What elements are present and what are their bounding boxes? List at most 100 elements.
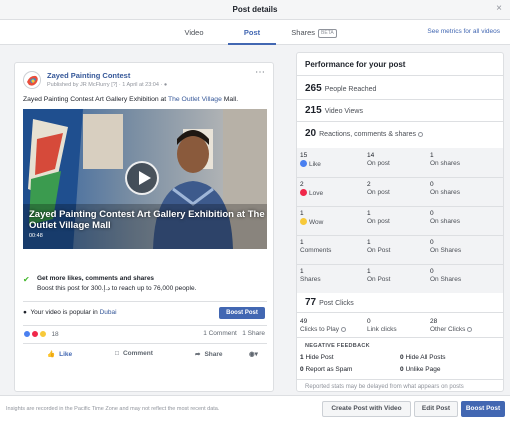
see-all-metrics-link[interactable]: See metrics for all videos: [427, 28, 500, 35]
wow-reaction-icon: [300, 218, 307, 225]
hide-all-posts-value: 0: [400, 354, 404, 361]
boost-suggestion-text: Boost this post for 300.د.إ to reach up …: [37, 285, 197, 292]
shares-on-post-label: On Post: [367, 276, 391, 283]
page-avatar[interactable]: [23, 71, 41, 89]
divider: [297, 379, 503, 380]
post-clicks-value: 77: [305, 297, 317, 308]
shares-label: Shares: [300, 276, 321, 283]
wow-on-shares-value: 0: [430, 210, 434, 217]
like-button[interactable]: 👍 Like: [47, 350, 72, 358]
info-icon[interactable]: [341, 326, 347, 332]
beta-badge: BETA: [318, 28, 337, 38]
reaction-summary[interactable]: 18: [23, 330, 59, 338]
wow-total-value: 1: [300, 210, 304, 217]
engagement-label: Reactions, comments & shares: [319, 131, 416, 138]
boost-post-button[interactable]: Boost Post: [219, 307, 265, 319]
divider: [23, 301, 267, 302]
comment-button[interactable]: □ Comment: [115, 350, 153, 357]
shares-on-shares-label: On Shares: [430, 276, 462, 283]
page-name-link[interactable]: Zayed Painting Contest: [47, 71, 130, 80]
shares-count-link[interactable]: 1 Share: [242, 330, 265, 337]
post-date[interactable]: · 1 April at 23:04 ·: [119, 82, 162, 88]
likes-on-post: 14 On post: [367, 152, 390, 168]
comments-on-shares-value: 0: [430, 239, 434, 246]
divider: [297, 264, 503, 265]
tab-video[interactable]: Video: [160, 20, 228, 45]
wow-label: Wow: [309, 219, 324, 226]
post-clicks-label: Post Clicks: [319, 300, 354, 307]
hide-all-posts-label: Hide All Posts: [405, 354, 446, 361]
divider: [23, 325, 267, 326]
love-total-value: 2: [300, 181, 304, 188]
divider: [23, 343, 267, 344]
other-clicks: 28 Other Clicks: [430, 318, 473, 334]
video-views-stat: 215 Video Views: [305, 105, 363, 116]
unlike-page-value: 0: [400, 366, 404, 373]
close-icon[interactable]: ×: [496, 3, 502, 14]
engagement-value: 20: [305, 128, 317, 139]
tab-bar: Video Post Shares BETA See metrics for al…: [0, 20, 510, 45]
clicks-to-play-value: 49: [300, 318, 308, 325]
info-icon[interactable]: [418, 131, 423, 137]
hide-post-stat: 1 Hide Post: [300, 354, 334, 361]
popular-city-link[interactable]: Dubai: [100, 309, 117, 316]
clicks-to-play-label: Clicks to Play: [300, 326, 340, 333]
more-options-icon[interactable]: ⋯: [255, 67, 265, 78]
comments-on-post-value: 1: [367, 239, 371, 246]
comment-label: Comment: [122, 350, 153, 357]
hide-post-value: 1: [300, 354, 304, 361]
engagement-stat: 20 Reactions, comments & shares: [305, 128, 423, 139]
tab-post[interactable]: Post: [228, 20, 276, 45]
create-post-with-video-button[interactable]: Create Post with Video: [322, 401, 411, 417]
painting-logo-icon: [25, 73, 40, 88]
info-icon[interactable]: [467, 326, 473, 332]
divider: [297, 121, 503, 122]
location-link[interactable]: The Outlet Village: [168, 96, 222, 103]
shares-on-shares-value: 0: [430, 268, 434, 275]
wow-on-shares: 0 On shares: [430, 210, 460, 226]
wow-on-post-label: On post: [367, 218, 390, 225]
video-duration: 00:48: [29, 233, 43, 239]
love-on-post-value: 2: [367, 181, 371, 188]
dialog-title: Post details: [232, 5, 278, 14]
thumbs-up-icon: 👍: [47, 351, 56, 358]
main-content: Zayed Painting Contest Published by JR M…: [0, 45, 510, 395]
shares-on-post: 1 On Post: [367, 268, 390, 284]
play-icon[interactable]: [125, 161, 159, 195]
like-label: Like: [59, 351, 73, 358]
likes-on-post-value: 14: [367, 152, 375, 159]
globe-icon: ●: [163, 82, 168, 88]
popular-location: ● Your video is popular in Dubai: [23, 309, 117, 316]
hide-post-label: Hide Post: [305, 354, 334, 361]
comments-count-link[interactable]: 1 Comment: [203, 330, 237, 337]
wow-on-shares-label: On shares: [430, 218, 460, 225]
shares-on-shares: 0 On Shares: [430, 268, 461, 284]
shares-total-value: 1: [300, 268, 304, 275]
engagement-breakdown: 15 Like 14 On post 1 On shares 2 Love 2 On po…: [297, 148, 503, 293]
post-text: Zayed Painting Contest Art Gallery Exhib…: [23, 96, 238, 103]
comments-total: 1 Comments: [300, 239, 331, 255]
post-text-end: Mall.: [223, 96, 239, 103]
tab-shares[interactable]: Shares BETA: [282, 20, 346, 45]
wow-reaction-icon: [38, 330, 47, 338]
divider: [297, 75, 503, 76]
shares-on-post-value: 1: [367, 268, 371, 275]
audience-selector[interactable]: ◉▾: [249, 350, 258, 358]
share-button[interactable]: ➦ Share: [195, 350, 223, 358]
other-clicks-value: 28: [430, 318, 438, 325]
footer-boost-post-button[interactable]: Boost Post: [461, 401, 505, 417]
love-on-post-label: On post: [367, 189, 390, 196]
divider: [297, 312, 503, 313]
popular-text: Your video is popular in: [30, 309, 98, 316]
edit-post-button[interactable]: Edit Post: [414, 401, 458, 417]
negative-feedback-title: NEGATIVE FEEDBACK: [305, 343, 370, 349]
dialog-header: Post details ×: [0, 0, 510, 20]
video-player[interactable]: Zayed Painting Contest Art Gallery Exhib…: [23, 109, 267, 249]
love-on-shares-value: 0: [430, 181, 434, 188]
wow-on-post: 1 On post: [367, 210, 390, 226]
other-clicks-label: Other Clicks: [430, 326, 466, 333]
likes-total: 15 Like: [300, 152, 321, 169]
published-by: Published by JR McFlurry: [47, 82, 110, 88]
comments-label: Comments: [300, 247, 332, 254]
tab-post-label: Post: [243, 28, 261, 37]
